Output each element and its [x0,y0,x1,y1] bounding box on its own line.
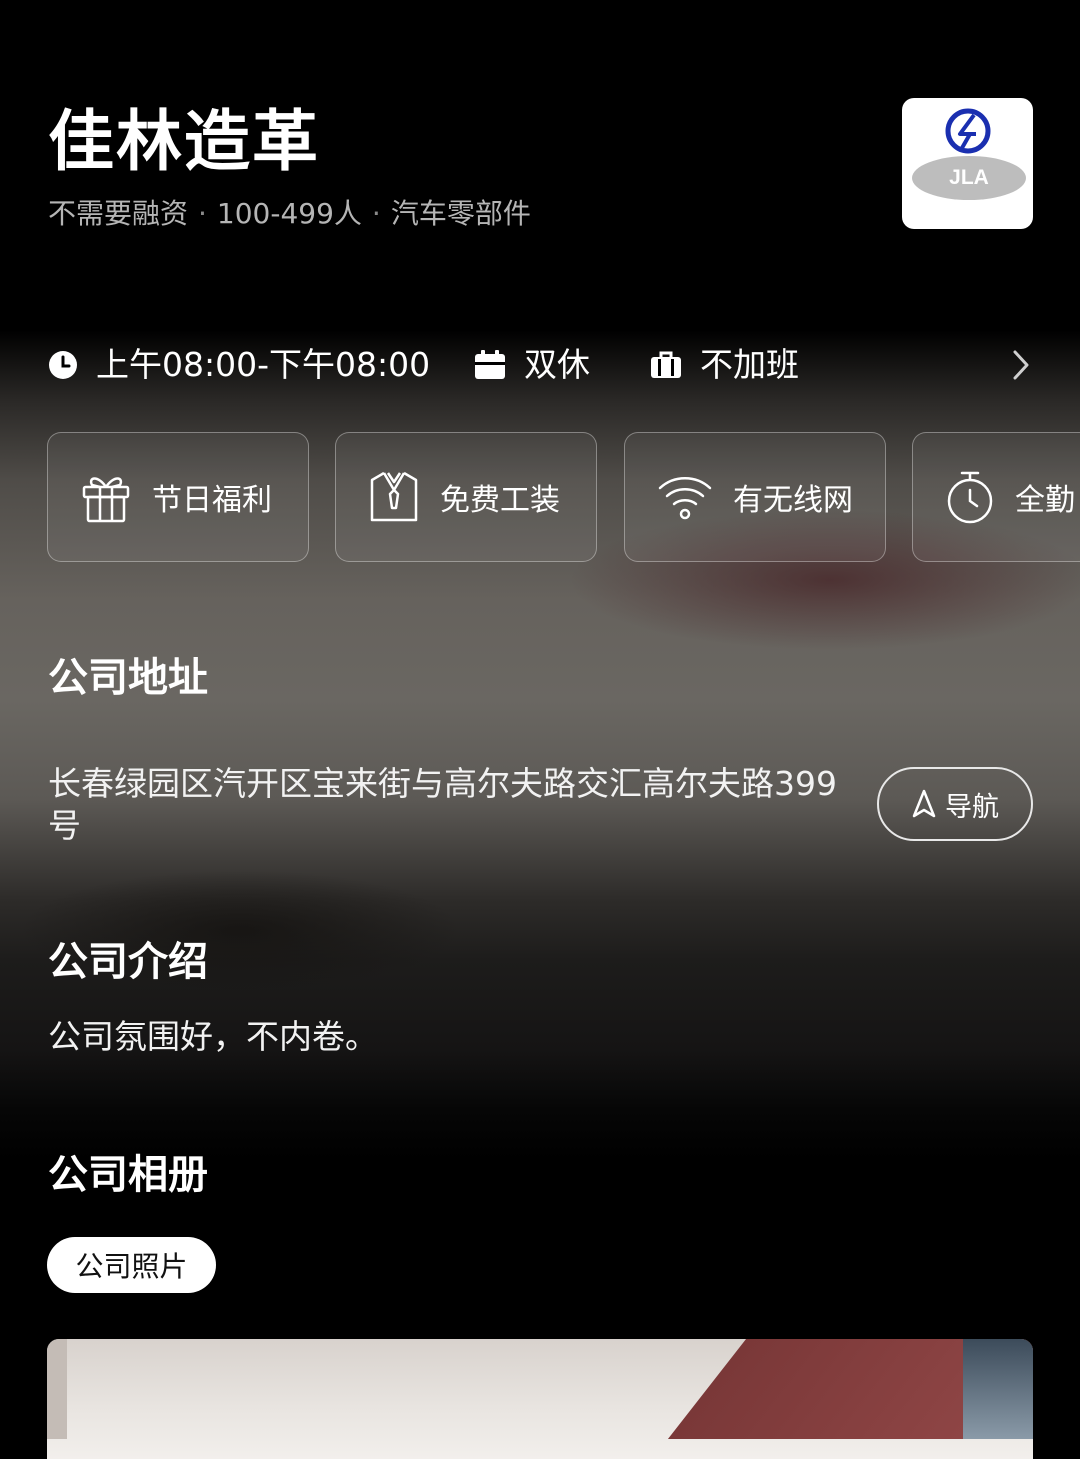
company-logo[interactable]: JLA [902,98,1033,229]
rest-days-text: 双休 [524,345,590,384]
company-photo[interactable] [47,1339,1033,1459]
work-hours: 上午08:00-下午08:00 [48,340,430,390]
navigation-button-label: 导航 [945,791,999,823]
company-size: 100-499人 [216,197,362,230]
work-info-more[interactable] [1010,340,1050,390]
work-hours-text: 上午08:00-下午08:00 [96,345,431,384]
benefit-label: 有无线网 [733,483,853,518]
navigation-arrow-icon [912,789,936,818]
overtime-text: 不加班 [700,345,799,384]
stopwatch-icon [947,471,993,524]
benefit-label: 全勤 [1015,483,1075,518]
clock-icon [49,351,77,379]
album-section-title: 公司相册 [48,1152,208,1198]
meta-separator: · [371,197,381,230]
benefit-label: 节日福利 [152,483,272,518]
overtime: 不加班 [650,340,799,390]
benefit-uniform[interactable]: 免费工装 [335,432,597,562]
benefit-attendance[interactable]: 全勤 [912,432,1080,562]
logo-text: JLA [949,166,989,189]
company-meta: 不需要融资 · 100-499人 · 汽车零部件 [48,194,531,234]
company-page: 佳林造革 不需要融资 · 100-499人 · 汽车零部件 JLA 上午08:00-下午… [0,0,1080,1459]
benefit-holiday[interactable]: 节日福利 [47,432,309,562]
company-industry: 汽车零部件 [390,197,531,230]
wifi-icon [658,477,712,520]
calendar-icon [475,350,505,379]
briefcase-icon [651,351,681,378]
tab-company-photos[interactable]: 公司照片 [47,1237,216,1293]
jla-logo-icon: JLA [912,108,1026,200]
work-info-row[interactable]: 上午08:00-下午08:00 双休 不加班 [48,340,1038,390]
photo-glass-door [963,1339,1033,1439]
meta-separator: · [198,197,207,230]
gift-icon [82,477,130,523]
benefits-scroller[interactable]: 节日福利 免费工装 有无线网 全勤 [47,432,1080,564]
photo-pillar [47,1339,67,1439]
uniform-icon [370,471,418,522]
chevron-right-icon[interactable] [1010,348,1032,382]
benefit-label: 免费工装 [440,483,560,518]
company-name: 佳林造革 [48,103,320,180]
address-section-title: 公司地址 [48,655,208,701]
navigation-button[interactable]: 导航 [877,767,1033,841]
rest-days: 双休 [474,340,590,390]
intro-section-title: 公司介绍 [48,939,208,985]
benefit-wifi[interactable]: 有无线网 [624,432,886,562]
company-address: 长春绿园区汽开区宝来街与高尔夫路交汇高尔夫路399号 [48,764,837,845]
company-funding: 不需要融资 [48,197,189,230]
company-intro: 公司氛围好，不内卷。 [48,1017,378,1056]
